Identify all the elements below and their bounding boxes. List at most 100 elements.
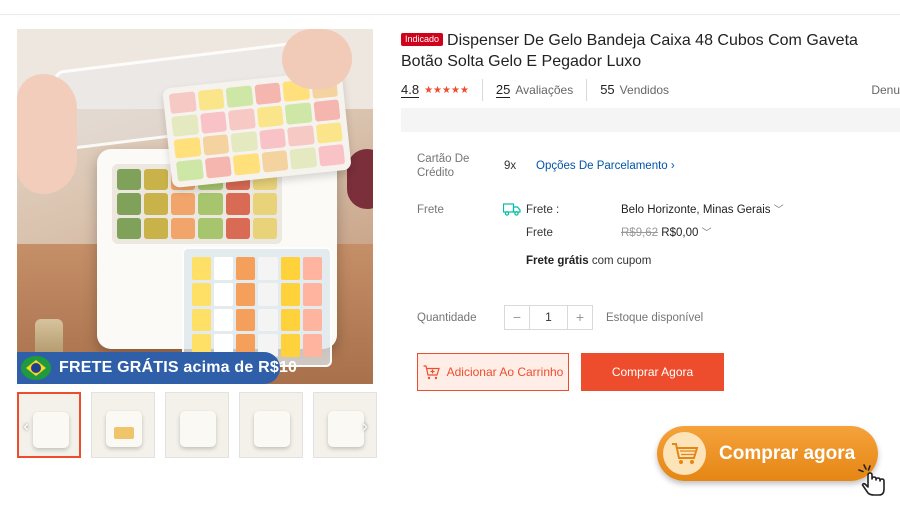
ice-cube [171,193,196,215]
chevron-left-icon[interactable]: ‹ [19,418,33,436]
brazil-flag-icon [21,356,51,380]
shipping-label: Frete [417,204,444,216]
destination-text: Belo Horizonte, Minas Gerais [621,204,771,216]
thumbnail-4[interactable] [239,392,303,458]
ice-cube [227,108,256,131]
ice-cube [117,193,142,215]
recommended-badge: Indicado [401,33,444,46]
ice-cube [280,257,300,280]
ice-cube [280,308,300,332]
buy-now-button[interactable]: Comprar Agora [581,353,724,391]
stats-divider [586,79,588,101]
ice-cube [312,99,341,122]
ice-cube [144,217,169,239]
ice-cube [192,308,212,332]
cart-plus-icon [423,364,440,379]
thumbnail-3[interactable] [165,392,229,458]
quantity-label: Quantidade [417,312,477,324]
free-shipping-banner: FRETE GRÁTIS acima de R$10 [17,352,297,384]
ice-cube [258,127,287,150]
reviews-count[interactable]: 25 [495,82,511,98]
shipping-new-price: R$0,00 [661,227,699,239]
quantity-stepper: − 1 + [504,305,593,330]
ice-cube [171,113,199,137]
buy-now-cta-button[interactable]: Comprar agora [657,426,878,481]
ice-cube [198,217,223,239]
star-rating-icon: ★★★★★ [424,84,469,96]
ice-drawer [182,247,332,367]
truck-icon [503,203,521,216]
thumbnail-image [106,411,142,447]
ice-cube [252,217,277,239]
shipping-cost-label: Frete [526,227,553,239]
shipping-destination[interactable]: Belo Horizonte, Minas Gerais ﹀ [621,203,784,218]
ice-cube [302,308,322,332]
ice-cube [258,257,278,280]
promo-banner-text: FRETE GRÁTIS acima de R$10 [59,359,298,376]
ice-cube [252,193,277,215]
sold-count: 55 [600,82,615,97]
shipping-cost[interactable]: R$9,62 R$0,00 ﹀ [621,226,712,241]
ice-cube [144,169,169,191]
ice-cube [258,308,278,332]
installments-count: 9x [504,160,517,172]
ice-cube [201,133,230,156]
ice-cube [214,257,234,280]
report-link[interactable]: Denu [871,83,900,97]
product-title: Indicado Dispenser De Gelo Bandeja Caixa … [401,30,900,72]
price-bar [401,108,900,132]
thumbnail-2[interactable] [91,392,155,458]
quantity-input[interactable]: 1 [530,306,567,329]
ice-cube [232,153,261,176]
ice-cube [225,193,250,215]
quantity-increase-button[interactable]: + [567,306,592,329]
quantity-decrease-button[interactable]: − [505,306,530,329]
stock-status: Estoque disponível [606,312,704,324]
bowl-decor [347,149,373,209]
ice-cube [286,124,315,147]
chevron-right-icon[interactable]: › [358,418,372,436]
ice-cube [214,308,234,332]
product-stats: 4.8 ★★★★★ 25 Avaliações 55 Vendidos Denu [401,79,900,101]
ice-cube [117,217,142,239]
ice-cube [236,308,256,332]
product-title-text: Dispenser De Gelo Bandeja Caixa 48 Cubos… [401,32,858,70]
ice-cube [253,82,282,105]
ice-cube [225,85,253,108]
ice-cube [144,193,169,215]
shipping-old-price: R$9,62 [621,227,659,239]
thumbnail-image [180,411,216,447]
payment-label: Cartão De Crédito [417,153,470,179]
free-shipping-bold: Frete grátis [526,255,589,267]
thumbnail-image [254,411,290,447]
free-shipping-rest: com cupom [591,255,652,267]
hand-right [282,29,352,89]
sold-label: Vendidos [619,83,670,97]
thumbnail-image [33,412,69,448]
chevron-down-icon: ﹀ [701,228,712,239]
top-divider [0,14,900,15]
ice-cube [302,282,322,306]
ice-cube [171,217,196,239]
ice-cube [261,150,289,173]
ice-cube [280,282,300,306]
chevron-down-icon: ﹀ [773,205,784,216]
rating-value[interactable]: 4.8 [401,82,420,98]
product-main-image[interactable]: FRETE GRÁTIS acima de R$10 [17,29,373,384]
ice-cube [168,91,197,114]
free-shipping-note: Frete grátis com cupom [526,254,651,268]
ice-cube [198,193,223,215]
ice-cube [302,334,322,357]
ice-cube [280,334,300,357]
add-to-cart-label: Adicionar Ao Carrinho [446,365,564,379]
ice-cube [225,217,250,239]
ice-cube [230,130,258,153]
ice-cube [302,257,322,280]
stats-divider [481,79,483,101]
installment-options-link[interactable]: Opções De Parcelamento › [536,159,675,173]
cta-label: Comprar agora [719,442,856,464]
chevron-right-icon: › [670,160,675,172]
cart-circle [663,432,706,475]
ice-cube [256,105,284,128]
add-to-cart-button[interactable]: Adicionar Ao Carrinho [417,353,569,391]
